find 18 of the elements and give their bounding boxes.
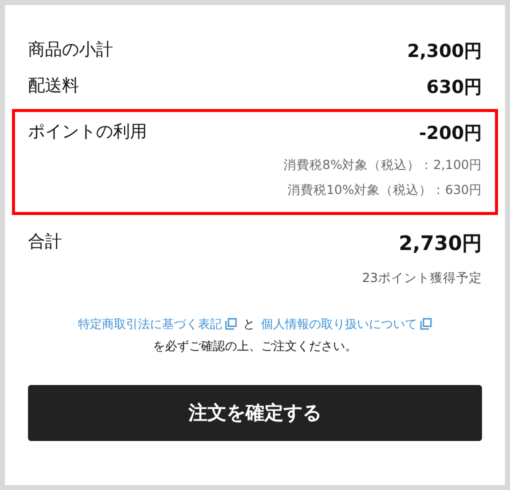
row-label: 商品の小計	[28, 39, 113, 62]
tax-breakdown: 消費税8%対象（税込）：2,100円	[283, 156, 482, 174]
total-amount: 2,730円	[398, 230, 482, 256]
row-label: 配送料	[28, 75, 79, 98]
row-amount: -200円	[418, 122, 482, 146]
notice-text: を必ずご確認の上、ご注文ください。	[153, 338, 357, 356]
tax-breakdown: 消費税10%対象（税込）：630円	[287, 180, 482, 199]
row-amount: 2,300円	[407, 40, 482, 64]
row-label: ポイントの利用	[28, 121, 147, 144]
external-link-icon	[420, 318, 432, 330]
policy-link[interactable]: 個人情報の取り扱いについて	[261, 315, 432, 334]
total-label: 合計	[28, 230, 62, 254]
external-link-icon	[225, 318, 237, 330]
points-note: 23ポイント獲得予定	[362, 268, 482, 286]
row-amount: 630円	[426, 76, 482, 100]
connector-text: と	[243, 316, 255, 334]
policy-link[interactable]: 特定商取引法に基づく表記	[78, 315, 237, 334]
confirm-order-button[interactable]: 注文を確定する	[28, 385, 482, 442]
